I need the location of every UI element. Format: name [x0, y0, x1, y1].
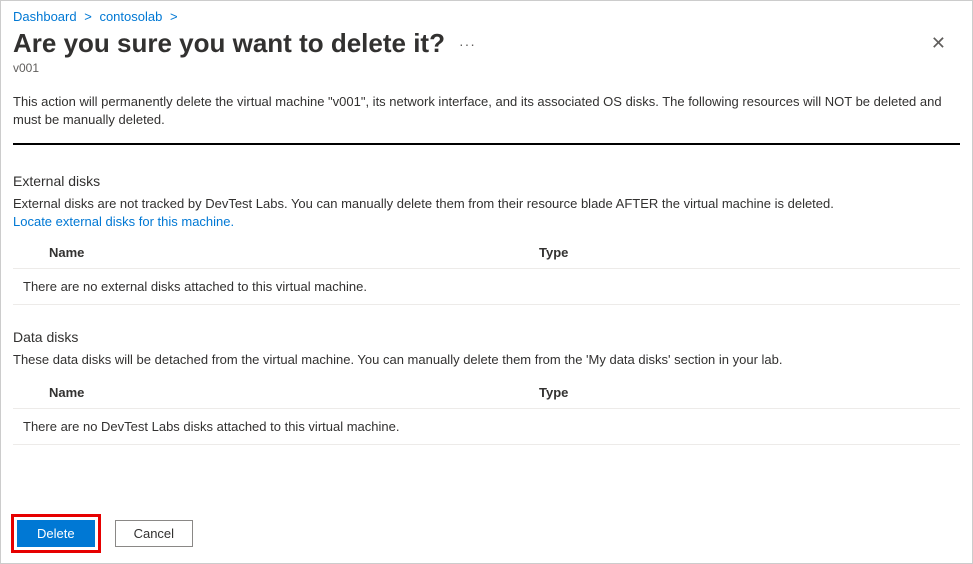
col-type-header: Type: [539, 245, 568, 260]
external-disks-desc: External disks are not tracked by DevTes…: [13, 195, 960, 213]
section-data-disks: Data disks These data disks will be deta…: [1, 329, 972, 469]
col-type-header: Type: [539, 385, 568, 400]
delete-highlight: Delete: [11, 514, 101, 553]
table-header: Name Type: [13, 379, 960, 409]
close-icon[interactable]: ✕: [927, 29, 960, 58]
cancel-button[interactable]: Cancel: [115, 520, 193, 547]
breadcrumb: Dashboard > contosolab >: [1, 1, 972, 28]
section-external-disks: External disks External disks are not tr…: [1, 173, 972, 328]
footer-buttons: Delete Cancel: [11, 514, 193, 553]
col-name-header: Name: [49, 245, 539, 260]
page-title: Are you sure you want to delete it?: [13, 28, 445, 59]
external-disks-title: External disks: [13, 173, 960, 189]
col-name-header: Name: [49, 385, 539, 400]
more-icon[interactable]: ···: [455, 36, 480, 52]
page-subtitle: v001: [1, 61, 972, 93]
warning-text: This action will permanently delete the …: [1, 93, 972, 143]
header: Are you sure you want to delete it? ··· …: [1, 28, 972, 61]
table-header: Name Type: [13, 239, 960, 269]
data-disks-desc: These data disks will be detached from t…: [13, 351, 960, 369]
delete-button[interactable]: Delete: [17, 520, 95, 547]
breadcrumb-contosolab[interactable]: contosolab: [99, 9, 162, 24]
external-disks-table: Name Type There are no external disks at…: [13, 239, 960, 305]
data-disks-empty: There are no DevTest Labs disks attached…: [13, 409, 960, 445]
data-disks-title: Data disks: [13, 329, 960, 345]
breadcrumb-sep: >: [84, 9, 92, 24]
breadcrumb-sep: >: [170, 9, 178, 24]
breadcrumb-dashboard[interactable]: Dashboard: [13, 9, 77, 24]
external-disks-empty: There are no external disks attached to …: [13, 269, 960, 305]
data-disks-table: Name Type There are no DevTest Labs disk…: [13, 379, 960, 445]
divider: [13, 143, 960, 145]
locate-external-disks-link[interactable]: Locate external disks for this machine.: [13, 214, 234, 229]
